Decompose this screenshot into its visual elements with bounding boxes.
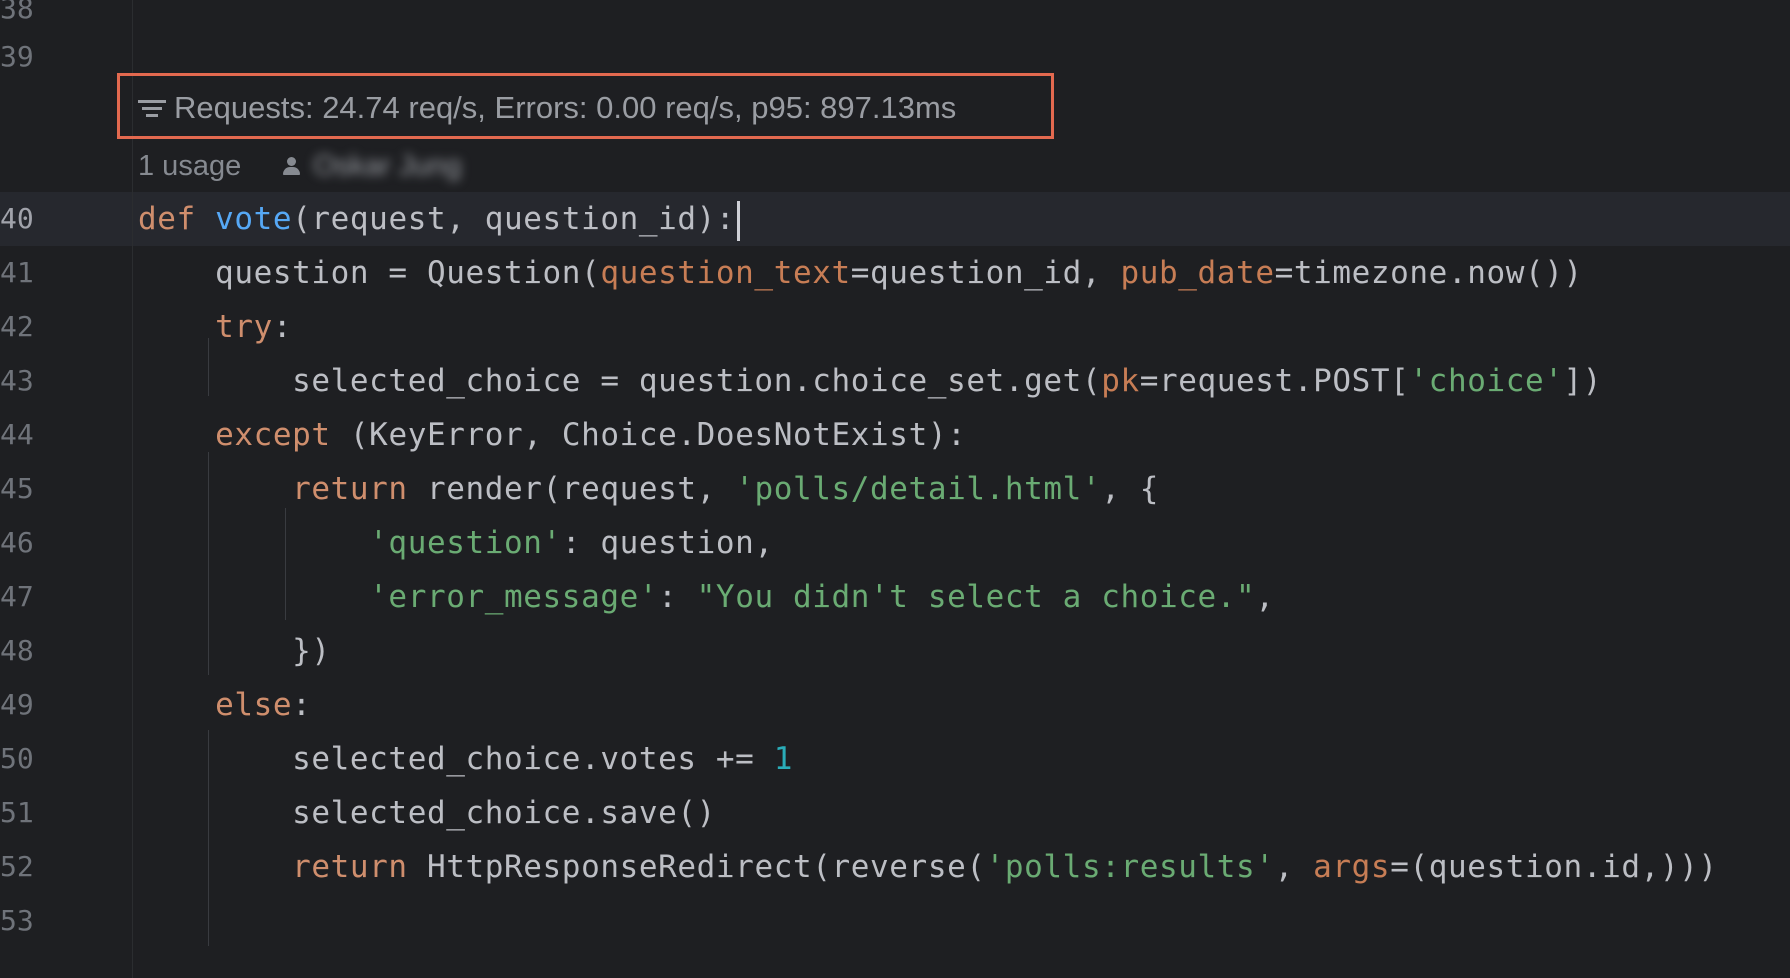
line-number[interactable]: 45 <box>0 462 40 516</box>
code-token: "You didn't select a choice." <box>696 579 1256 615</box>
code-token: =question_id, <box>850 255 1121 291</box>
code-vision-usages[interactable]: 1 usage Oskar Jung <box>138 140 462 192</box>
code-token: =(question.id,))) <box>1390 849 1718 885</box>
gutter-divider <box>132 0 133 978</box>
code-token: selected_choice.save() <box>138 795 716 831</box>
code-token: 'choice' <box>1409 363 1564 399</box>
code-token: , <box>1255 579 1275 615</box>
code-token: : <box>272 309 293 345</box>
code-line[interactable]: 'error_message': "You didn't select a ch… <box>138 570 1275 624</box>
code-line[interactable]: try: <box>138 300 292 354</box>
code-token: question_text <box>600 255 851 291</box>
code-line[interactable]: question = Question(question_text=questi… <box>138 246 1583 300</box>
code-token: 'polls/detail.html' <box>735 471 1102 507</box>
code-line[interactable]: return render(request, 'polls/detail.htm… <box>138 462 1159 516</box>
line-number[interactable]: 41 <box>0 246 40 300</box>
line-number[interactable]: 42 <box>0 300 40 354</box>
code-token: }) <box>138 633 331 669</box>
code-token: return <box>292 471 408 507</box>
code-token: =request.POST[ <box>1139 363 1410 399</box>
line-number[interactable]: 47 <box>0 570 40 624</box>
code-token: ]) <box>1563 363 1603 399</box>
code-line[interactable]: selected_choice.votes += 1 <box>138 732 793 786</box>
line-number[interactable]: 49 <box>0 678 40 732</box>
code-line[interactable]: }) <box>138 624 331 678</box>
code-token: except <box>215 417 331 453</box>
line-number[interactable]: 40 <box>0 192 40 246</box>
code-token: render(request, <box>407 471 736 507</box>
code-line[interactable]: selected_choice.save() <box>138 786 716 840</box>
code-line[interactable]: 'question': question, <box>138 516 774 570</box>
line-number[interactable]: 50 <box>0 732 40 786</box>
code-line[interactable]: else: <box>138 678 311 732</box>
person-icon <box>281 155 301 177</box>
line-number[interactable]: 48 <box>0 624 40 678</box>
code-line[interactable]: return HttpResponseRedirect(reverse('pol… <box>138 840 1718 894</box>
code-token: def <box>138 201 196 237</box>
code-token: (request, question_id): <box>292 201 736 237</box>
code-token: 'error_message' <box>369 579 659 615</box>
code-token: (KeyError, Choice.DoesNotExist): <box>330 417 967 453</box>
line-number[interactable]: 39 <box>0 30 40 84</box>
code-token: : <box>658 579 697 615</box>
code-token: selected_choice.votes += <box>138 741 774 777</box>
code-token: pub_date <box>1120 255 1275 291</box>
line-number[interactable]: 52 <box>0 840 40 894</box>
code-token: , { <box>1101 471 1159 507</box>
line-number[interactable]: 43 <box>0 354 40 408</box>
line-number[interactable]: 46 <box>0 516 40 570</box>
author-name[interactable]: Oskar Jung <box>313 140 461 192</box>
code-token: return <box>292 849 408 885</box>
filter-lines-icon <box>138 94 168 122</box>
line-number[interactable]: 51 <box>0 786 40 840</box>
metrics-text: Requests: 24.74 req/s, Errors: 0.00 req/… <box>174 90 957 125</box>
code-token: : question, <box>561 525 774 561</box>
code-line[interactable]: selected_choice = question.choice_set.ge… <box>138 354 1602 408</box>
code-token: else <box>215 687 293 723</box>
code-token: pk <box>1101 363 1140 399</box>
code-token: try <box>215 309 273 345</box>
code-editor[interactable]: 38 39 40 41 42 43 44 45 46 47 48 49 50 51 52 53 Request… <box>0 0 1790 978</box>
text-caret <box>737 200 741 241</box>
code-token: 1 <box>773 741 793 777</box>
code-token: 'polls:results' <box>985 849 1275 885</box>
code-token: 'question' <box>369 525 562 561</box>
line-number[interactable]: 44 <box>0 408 40 462</box>
code-vision-metrics[interactable]: Requests: 24.74 req/s, Errors: 0.00 req/… <box>138 80 956 136</box>
code-token: : <box>292 687 312 723</box>
code-token: selected_choice = question.choice_set.ge… <box>138 363 1102 399</box>
code-token: , <box>1274 849 1314 885</box>
code-token: question = Question( <box>138 255 601 291</box>
code-token: args <box>1313 849 1391 885</box>
code-line[interactable]: def vote(request, question_id): <box>138 192 741 246</box>
code-token: =timezone.now()) <box>1274 255 1583 291</box>
line-number[interactable]: 53 <box>0 894 40 948</box>
usages-link[interactable]: 1 usage <box>138 140 241 192</box>
code-line[interactable]: except (KeyError, Choice.DoesNotExist): <box>138 408 966 462</box>
code-token: HttpResponseRedirect(reverse( <box>407 849 986 885</box>
code-token: vote <box>215 201 293 237</box>
